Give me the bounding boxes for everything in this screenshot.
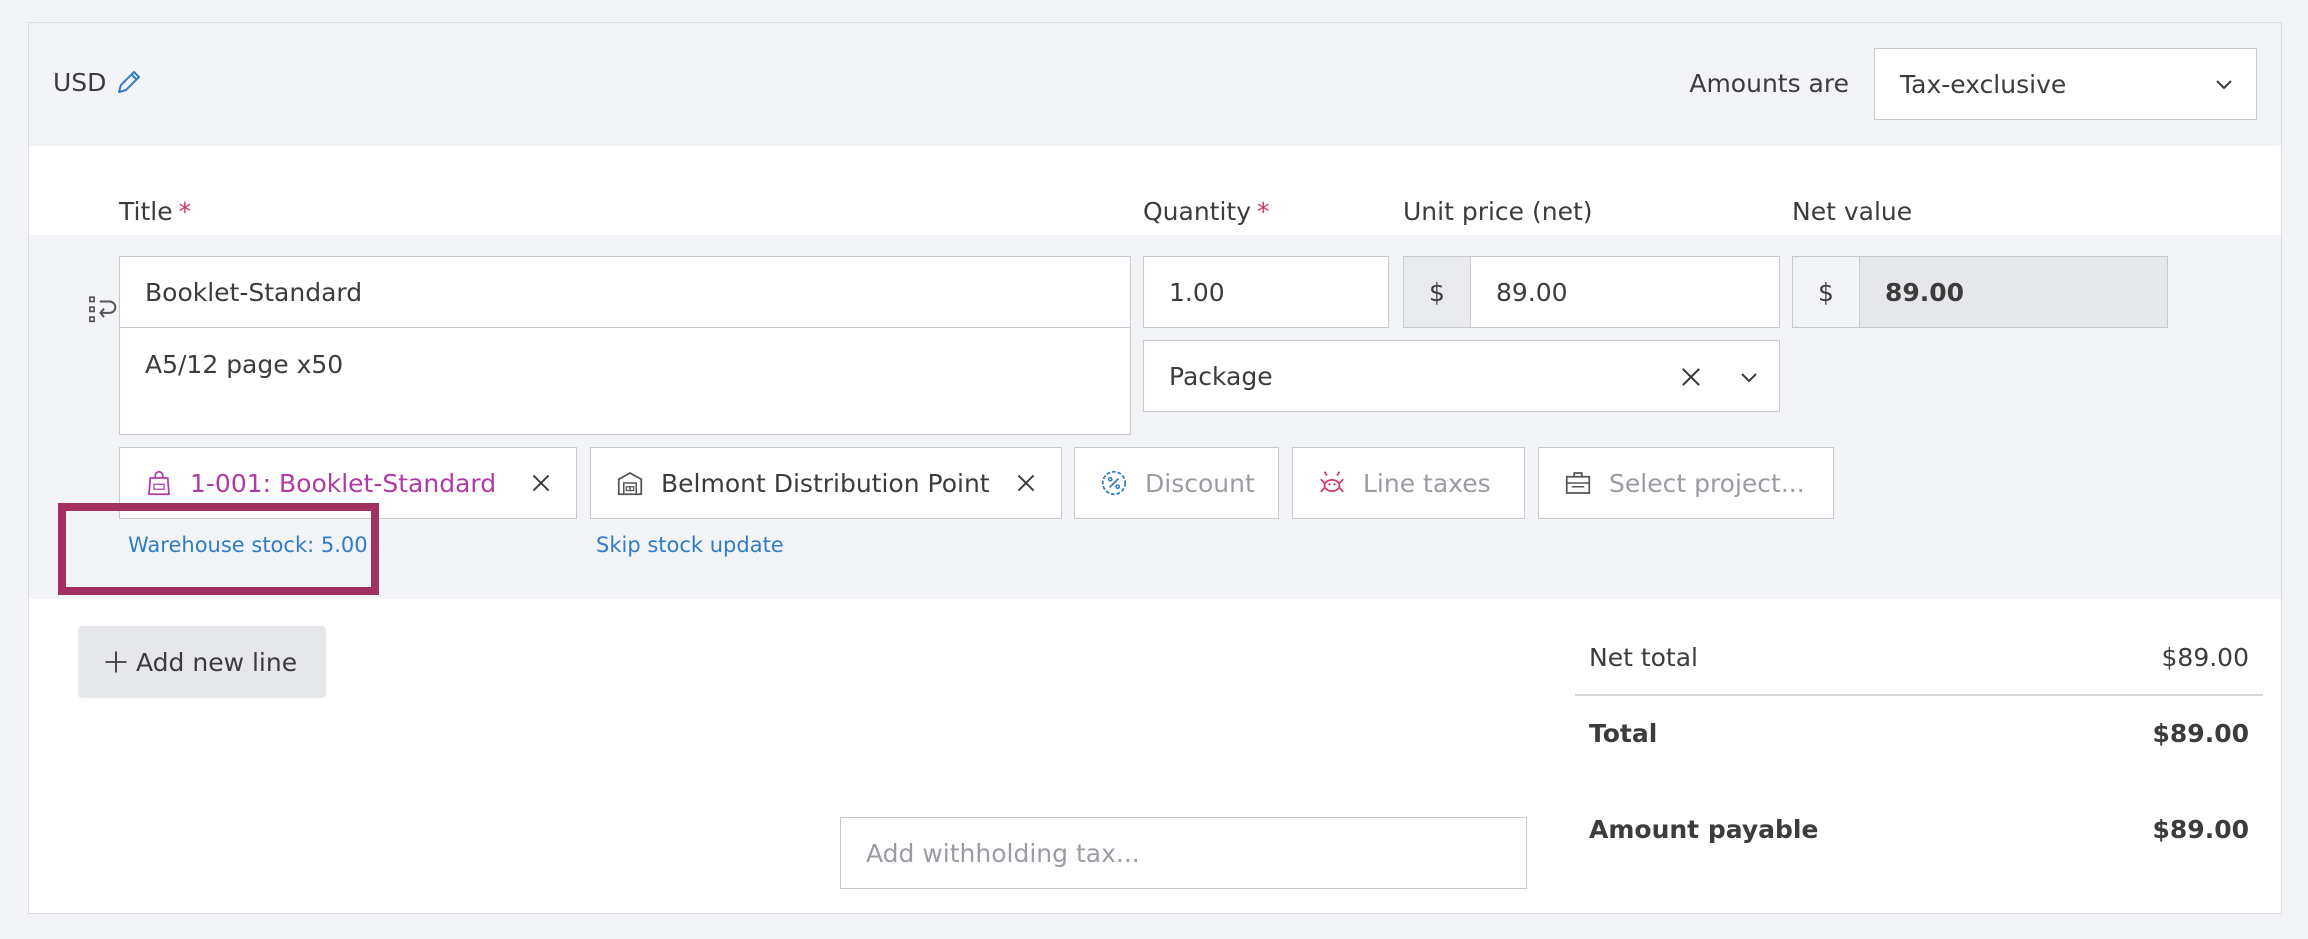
tax-mode-value: Tax-exclusive <box>1900 69 2067 99</box>
skip-stock-update-link[interactable]: Skip stock update <box>596 533 784 557</box>
net-value-header: Net value <box>1792 197 1913 226</box>
highlight-box <box>58 503 379 595</box>
unit-price-currency-addon: $ <box>1403 256 1471 328</box>
remove-product-icon[interactable] <box>528 470 554 496</box>
discount-label: Discount <box>1145 468 1255 498</box>
discount-button[interactable]: Discount <box>1074 447 1279 519</box>
currency-code: USD <box>53 67 107 97</box>
net-value-currency-addon: $ <box>1792 256 1860 328</box>
warehouse-icon <box>617 471 643 496</box>
total-row: Total $89.00 <box>1575 719 2263 748</box>
line-taxes-label: Line taxes <box>1363 468 1491 498</box>
required-mark: * <box>1257 197 1270 226</box>
remove-warehouse-icon[interactable] <box>1013 470 1039 496</box>
unit-price-header: Unit price (net) <box>1403 197 1593 226</box>
required-mark: * <box>178 197 192 226</box>
invoice-lines-card: USD Amounts are Tax-exclusive Title * Qua… <box>28 22 2282 914</box>
pencil-icon[interactable] <box>114 67 144 97</box>
amount-payable-row: Amount payable $89.00 <box>1575 815 2263 844</box>
crab-tax-icon <box>1320 471 1344 493</box>
warehouse-chip[interactable]: Belmont Distribution Point <box>590 447 1062 519</box>
totals-divider <box>1575 694 2263 696</box>
amount-payable-value: $89.00 <box>2152 815 2249 844</box>
chevron-down-icon[interactable] <box>1737 365 1761 389</box>
briefcase-icon <box>1565 472 1591 494</box>
line-title-input[interactable]: Booklet-Standard <box>119 256 1131 328</box>
product-chip-label: 1-001: Booklet-Standard <box>190 468 497 498</box>
product-bag-icon <box>148 470 170 496</box>
add-new-line-button[interactable]: Add new line <box>78 626 326 698</box>
add-new-line-label: Add new line <box>136 647 298 677</box>
withholding-placeholder: Add withholding tax... <box>866 838 1140 868</box>
line-description-textarea[interactable]: A5/12 page x50 <box>119 327 1131 435</box>
total-label: Total <box>1589 719 1658 748</box>
line-taxes-button[interactable]: Line taxes <box>1292 447 1525 519</box>
withholding-tax-input[interactable]: Add withholding tax... <box>840 817 1527 889</box>
quantity-header: Quantity * <box>1143 197 1270 226</box>
plus-icon <box>105 651 127 673</box>
clear-icon[interactable] <box>1677 363 1705 391</box>
chevron-down-icon <box>2216 80 2232 90</box>
amount-payable-label: Amount payable <box>1589 815 1819 844</box>
project-select[interactable]: Select project... <box>1538 447 1834 519</box>
net-total-row: Net total $89.00 <box>1575 643 2263 672</box>
amounts-are-label: Amounts are <box>1689 69 1849 98</box>
warehouse-chip-label: Belmont Distribution Point <box>661 468 990 498</box>
unit-select[interactable]: Package <box>1143 340 1780 412</box>
net-value-field: 89.00 <box>1859 256 2168 328</box>
currency-bar: USD Amounts are Tax-exclusive <box>29 23 2281 146</box>
unit-price-input[interactable]: 89.00 <box>1470 256 1780 328</box>
project-placeholder: Select project... <box>1609 468 1805 498</box>
discount-badge-icon <box>1101 470 1127 496</box>
total-value: $89.00 <box>2152 719 2249 748</box>
net-total-label: Net total <box>1589 643 1698 672</box>
title-header: Title * <box>119 197 192 226</box>
quantity-input[interactable]: 1.00 <box>1143 256 1389 328</box>
line-reorder-icon[interactable] <box>87 293 121 327</box>
currency-selector[interactable]: USD <box>53 67 144 97</box>
net-total-value: $89.00 <box>2161 643 2249 672</box>
tax-mode-select[interactable]: Tax-exclusive <box>1874 48 2257 120</box>
